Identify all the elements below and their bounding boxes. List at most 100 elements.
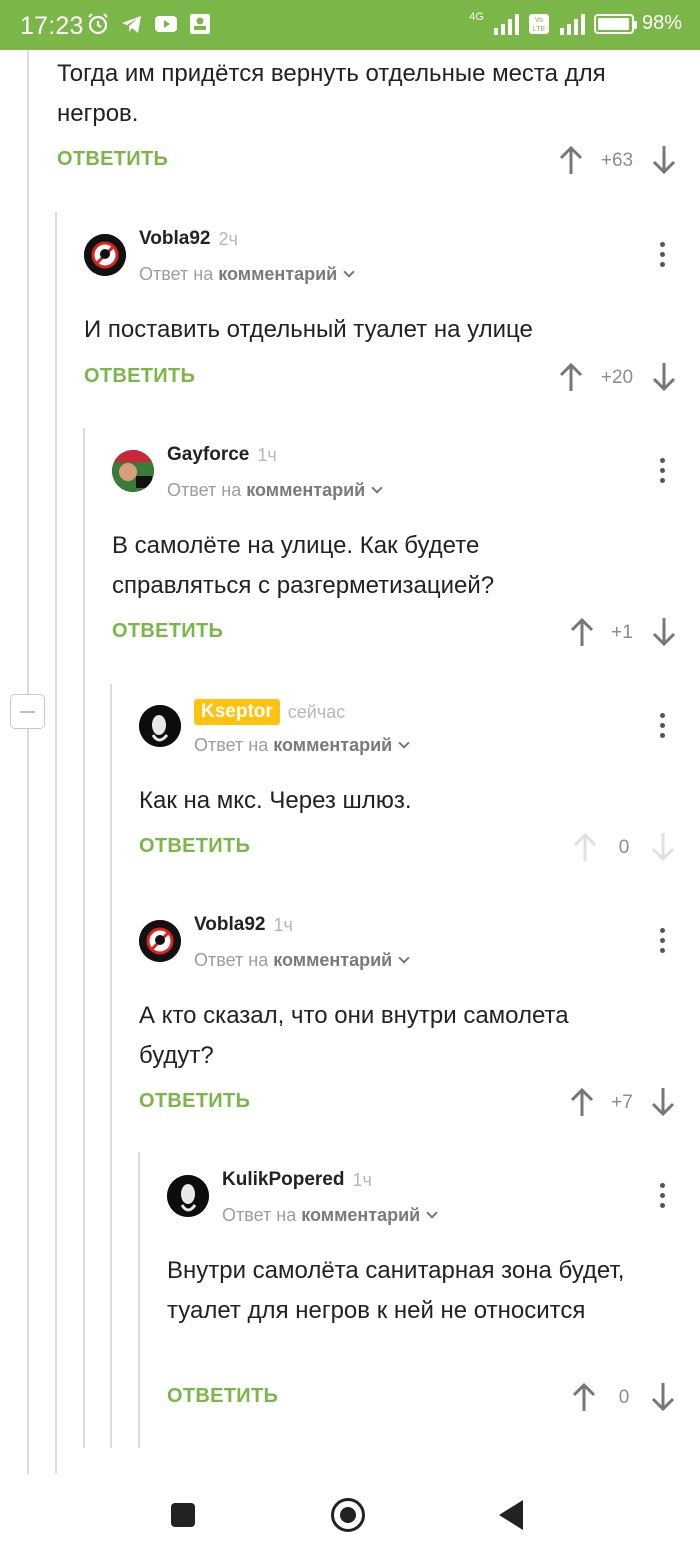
comment-text: Внутри самолёта санитарная зона будет, т… bbox=[167, 1257, 625, 1324]
username[interactable]: Vobla92 1ч bbox=[194, 914, 293, 936]
username[interactable]: KulikPopered 1ч bbox=[222, 1169, 372, 1191]
reply-button[interactable]: ОТВЕТИТЬ bbox=[112, 620, 223, 643]
reply-target-link[interactable]: комментарий bbox=[246, 480, 365, 500]
comment-score: +7 bbox=[611, 1092, 633, 1113]
avatar[interactable] bbox=[139, 920, 181, 962]
signal-icon-2 bbox=[559, 13, 585, 35]
battery-percent: 98% bbox=[641, 12, 682, 34]
avatar[interactable] bbox=[84, 234, 126, 276]
back-icon[interactable] bbox=[499, 1500, 523, 1530]
comment-score: 0 bbox=[618, 837, 630, 858]
reply-prefix: Ответ на bbox=[139, 264, 214, 284]
comment-text: Как на мкс. Через шлюз. bbox=[139, 787, 412, 814]
signal-icon bbox=[493, 13, 519, 35]
reply-to[interactable]: Ответ на комментарий bbox=[222, 1205, 438, 1226]
reply-to[interactable]: Ответ на комментарий bbox=[139, 264, 355, 285]
recent-apps-icon[interactable] bbox=[171, 1503, 195, 1527]
avatar[interactable] bbox=[112, 450, 154, 492]
chevron-down-icon[interactable] bbox=[371, 482, 383, 494]
reply-prefix: Ответ на bbox=[167, 480, 242, 500]
more-options-icon[interactable] bbox=[660, 458, 666, 484]
reply-to[interactable]: Ответ на комментарий bbox=[167, 480, 383, 501]
comment-text: И поставить отдельный туалет на улице bbox=[84, 316, 533, 343]
thread-line[interactable] bbox=[27, 50, 29, 694]
reply-target-link[interactable]: комментарий bbox=[273, 950, 392, 970]
username-text[interactable]: Vobla92 bbox=[139, 228, 210, 250]
svg-text:Vo: Vo bbox=[535, 17, 543, 24]
comment-actions: ОТВЕТИТЬ 0 bbox=[139, 831, 684, 865]
home-icon[interactable] bbox=[331, 1498, 365, 1532]
upvote-icon[interactable] bbox=[568, 616, 596, 648]
telegram-icon bbox=[122, 16, 141, 33]
reply-target-link[interactable]: комментарий bbox=[301, 1205, 420, 1225]
reply-to[interactable]: Ответ на комментарий bbox=[194, 950, 410, 971]
upvote-icon[interactable] bbox=[568, 1086, 596, 1118]
chevron-down-icon[interactable] bbox=[398, 737, 410, 749]
status-bar: 17:23 4G Vo LTE 98% bbox=[0, 0, 700, 50]
username[interactable]: Kseptor сейчас bbox=[194, 699, 345, 725]
comment-time: 1ч bbox=[257, 444, 277, 465]
thread-line[interactable] bbox=[110, 684, 112, 1448]
comment-header: KulikPopered 1ч Ответ на комментарий bbox=[167, 1169, 684, 1239]
username-text[interactable]: Vobla92 bbox=[194, 914, 265, 936]
thread-line[interactable] bbox=[138, 1152, 140, 1448]
upvote-icon[interactable] bbox=[557, 144, 585, 176]
comment: Vobla92 1ч Ответ на комментарий А кто ск… bbox=[139, 914, 684, 1117]
comment-text: В самолёте на улице. Как будете справлят… bbox=[112, 532, 495, 599]
downvote-icon[interactable] bbox=[649, 1381, 677, 1413]
more-options-icon[interactable] bbox=[660, 713, 666, 739]
comment: Vobla92 2ч Ответ на комментарий И постав… bbox=[84, 228, 684, 392]
comment-time: 1ч bbox=[352, 1169, 372, 1190]
contact-icon bbox=[190, 14, 210, 34]
upvote-icon[interactable] bbox=[571, 831, 599, 863]
downvote-icon[interactable] bbox=[650, 616, 678, 648]
downvote-icon[interactable] bbox=[649, 831, 677, 863]
reply-button[interactable]: ОТВЕТИТЬ bbox=[139, 1090, 250, 1113]
downvote-icon[interactable] bbox=[650, 144, 678, 176]
avatar[interactable] bbox=[139, 705, 181, 747]
reply-button[interactable]: ОТВЕТИТЬ bbox=[139, 835, 250, 858]
thread-line[interactable] bbox=[27, 729, 29, 1474]
reply-button[interactable]: ОТВЕТИТЬ bbox=[57, 148, 168, 171]
username[interactable]: Vobla92 2ч bbox=[139, 228, 238, 250]
comment-header: Vobla92 2ч Ответ на комментарий bbox=[84, 228, 684, 298]
comment-score: +20 bbox=[600, 367, 634, 388]
comment-score: +1 bbox=[611, 622, 633, 643]
comment-time: 2ч bbox=[218, 228, 238, 249]
more-options-icon[interactable] bbox=[660, 1183, 666, 1209]
chevron-down-icon[interactable] bbox=[343, 266, 355, 278]
thread-line[interactable] bbox=[83, 428, 85, 1448]
comment-score: +63 bbox=[600, 150, 634, 171]
username[interactable]: Gayforce 1ч bbox=[167, 444, 277, 466]
downvote-icon[interactable] bbox=[650, 361, 678, 393]
reply-button[interactable]: ОТВЕТИТЬ bbox=[167, 1385, 278, 1408]
comment-header: Kseptor сейчас Ответ на комментарий bbox=[139, 699, 684, 769]
reply-to[interactable]: Ответ на комментарий bbox=[194, 735, 410, 756]
comment-text: Тогда им придётся вернуть отдельные мест… bbox=[57, 60, 606, 127]
upvote-icon[interactable] bbox=[570, 1381, 598, 1413]
more-options-icon[interactable] bbox=[660, 928, 666, 954]
username-text[interactable]: Kseptor bbox=[194, 699, 280, 725]
collapse-thread-button[interactable] bbox=[10, 694, 45, 729]
comment-header: Gayforce 1ч Ответ на комментарий bbox=[112, 444, 684, 514]
reply-prefix: Ответ на bbox=[222, 1205, 297, 1225]
upvote-icon[interactable] bbox=[557, 361, 585, 393]
reply-button[interactable]: ОТВЕТИТЬ bbox=[84, 365, 195, 388]
chevron-down-icon[interactable] bbox=[426, 1207, 438, 1219]
comment: Kseptor сейчас Ответ на комментарий Как … bbox=[139, 699, 684, 862]
comment-actions: ОТВЕТИТЬ +20 bbox=[84, 361, 684, 395]
more-options-icon[interactable] bbox=[660, 242, 666, 268]
username-text[interactable]: KulikPopered bbox=[222, 1169, 344, 1191]
username-text[interactable]: Gayforce bbox=[167, 444, 249, 466]
comment-header: Vobla92 1ч Ответ на комментарий bbox=[139, 914, 684, 984]
system-nav-bar bbox=[0, 1474, 700, 1556]
comment-time: сейчас bbox=[287, 701, 346, 722]
reply-prefix: Ответ на bbox=[194, 950, 269, 970]
reply-target-link[interactable]: комментарий bbox=[218, 264, 337, 284]
comment-text: А кто сказал, что они внутри самолета бу… bbox=[139, 1002, 569, 1069]
downvote-icon[interactable] bbox=[649, 1086, 677, 1118]
thread-line[interactable] bbox=[55, 212, 57, 1474]
chevron-down-icon[interactable] bbox=[398, 952, 410, 964]
avatar[interactable] bbox=[167, 1175, 209, 1217]
reply-target-link[interactable]: комментарий bbox=[273, 735, 392, 755]
